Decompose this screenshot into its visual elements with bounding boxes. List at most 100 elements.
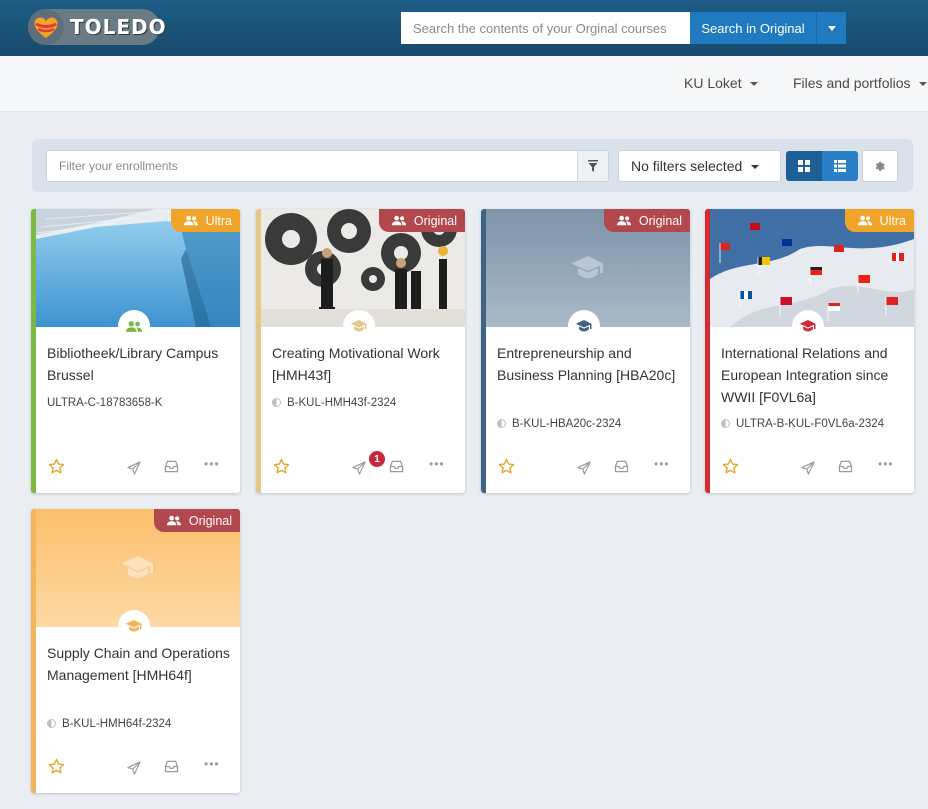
nav-ku-loket[interactable]: KU Loket (684, 75, 758, 91)
course-code-text: ULTRA-B-KUL-F0VL6a-2324 (736, 418, 885, 430)
course-title[interactable]: Entrepreneurship and Business Planning [… (497, 342, 681, 386)
inbox-icon[interactable] (614, 460, 629, 473)
course-type-icon (118, 310, 150, 342)
filter-select-label: No filters selected (631, 158, 743, 174)
course-title[interactable]: Creating Motivational Work [HMH43f] (272, 342, 456, 386)
graduation-cap-icon (575, 319, 593, 333)
caret-down-icon (918, 82, 927, 86)
nav-item-label: Files and portfolios (793, 75, 911, 91)
course-code-text: B-KUL-HMH43f-2324 (287, 397, 397, 409)
card-actions: ••• (486, 443, 690, 493)
star-icon[interactable] (273, 458, 290, 475)
card-actions: 1 ••• (261, 443, 465, 493)
course-card-bibliotheek[interactable]: Ultra Bibliotheek/Library Campus Brussel… (31, 209, 240, 493)
graduation-cap-icon (799, 319, 817, 333)
course-code: ULTRA-B-KUL-F0VL6a-2324 (721, 417, 905, 432)
people-icon (616, 215, 632, 226)
filter-funnel-button[interactable] (577, 150, 609, 182)
top-bar: TOLEDO Search in Original (0, 0, 928, 56)
course-type-badge: Original (153, 509, 240, 532)
graduation-cap-icon (350, 319, 368, 333)
inbox-icon[interactable] (838, 460, 853, 473)
badge-label: Ultra (205, 213, 232, 228)
more-options-icon[interactable]: ••• (204, 457, 220, 471)
more-options-icon[interactable]: ••• (654, 457, 670, 471)
course-code-text: B-KUL-HMH64f-2324 (62, 718, 172, 730)
people-icon (166, 515, 182, 526)
half-circle-icon (47, 719, 56, 728)
send-icon[interactable] (127, 761, 141, 775)
notification-badge: 1 (369, 451, 385, 467)
half-circle-icon (497, 419, 506, 428)
course-code: B-KUL-HBA20c-2324 (497, 417, 681, 432)
caret-down-icon (749, 82, 758, 86)
course-image: Original (261, 209, 465, 327)
send-icon[interactable] (801, 461, 815, 475)
inbox-icon[interactable] (164, 760, 179, 773)
more-options-icon[interactable]: ••• (878, 457, 894, 471)
settings-button[interactable] (862, 150, 898, 182)
filter-enrollments-input[interactable] (46, 150, 578, 182)
inbox-icon[interactable] (389, 460, 404, 473)
star-icon[interactable] (498, 458, 515, 475)
course-type-badge: Ultra (844, 209, 914, 232)
toledo-logo[interactable]: TOLEDO (28, 9, 166, 45)
list-icon (834, 160, 846, 172)
course-type-badge: Original (603, 209, 690, 232)
course-card-entrepreneurship[interactable]: Original Entrepreneurship and Business P… (481, 209, 690, 493)
search-in-original-button[interactable]: Search in Original (690, 12, 816, 44)
view-toggle (786, 151, 858, 181)
course-card-creating-motivational-work[interactable]: Original Creating Motivational Work [HMH… (256, 209, 465, 493)
course-image: Original (486, 209, 690, 327)
course-title[interactable]: Bibliotheek/Library Campus Brussel (47, 342, 231, 386)
people-icon (857, 215, 873, 226)
people-icon (125, 320, 143, 333)
toledo-heart-icon (28, 9, 64, 45)
card-actions: ••• (710, 443, 914, 493)
logo-text: TOLEDO (70, 15, 167, 39)
card-actions: ••• (36, 443, 240, 493)
people-icon (183, 215, 199, 226)
send-icon[interactable] (127, 461, 141, 475)
filter-select-dropdown[interactable]: No filters selected (618, 150, 781, 182)
more-options-icon[interactable]: ••• (429, 457, 445, 471)
course-type-badge: Original (378, 209, 465, 232)
star-icon[interactable] (48, 458, 65, 475)
badge-label: Original (413, 213, 457, 228)
course-card-international-relations[interactable]: Ultra International Relations and Europe… (705, 209, 914, 493)
people-icon (391, 215, 407, 226)
badge-label: Original (188, 513, 232, 528)
inbox-icon[interactable] (164, 460, 179, 473)
funnel-icon (588, 160, 598, 172)
star-icon[interactable] (48, 758, 65, 775)
grid-view-button[interactable] (786, 151, 822, 181)
course-type-icon (792, 310, 824, 342)
chevron-down-icon (827, 25, 836, 31)
course-image: Ultra (710, 209, 914, 327)
card-actions: ••• (36, 743, 240, 793)
course-image: Ultra (36, 209, 240, 327)
half-circle-icon (272, 398, 281, 407)
send-icon[interactable] (577, 461, 591, 475)
graduation-cap-icon (125, 619, 143, 633)
send-icon[interactable] (352, 461, 366, 475)
course-title[interactable]: International Relations and European Int… (721, 342, 905, 408)
list-view-button[interactable] (822, 151, 858, 181)
course-card-supply-chain[interactable]: Original Supply Chain and Operations Man… (31, 509, 240, 793)
course-code-text: B-KUL-HBA20c-2324 (512, 418, 622, 430)
gear-icon (875, 161, 885, 171)
search-options-dropdown[interactable] (816, 12, 846, 44)
course-code: ULTRA-C-18783658-K (47, 397, 163, 409)
enrollment-filter-bar: No filters selected (32, 139, 913, 192)
caret-down-icon (751, 165, 760, 169)
course-search-input[interactable] (401, 12, 691, 44)
course-title[interactable]: Supply Chain and Operations Management [… (47, 642, 231, 686)
nav-files-and-portfolios[interactable]: Files and portfolios (793, 75, 927, 91)
star-icon[interactable] (722, 458, 739, 475)
more-options-icon[interactable]: ••• (204, 757, 220, 771)
grid-icon (798, 160, 810, 172)
course-code: B-KUL-HMH64f-2324 (47, 717, 231, 732)
nav-item-label: KU Loket (684, 75, 742, 91)
course-type-icon (118, 610, 150, 642)
half-circle-icon (721, 419, 730, 428)
